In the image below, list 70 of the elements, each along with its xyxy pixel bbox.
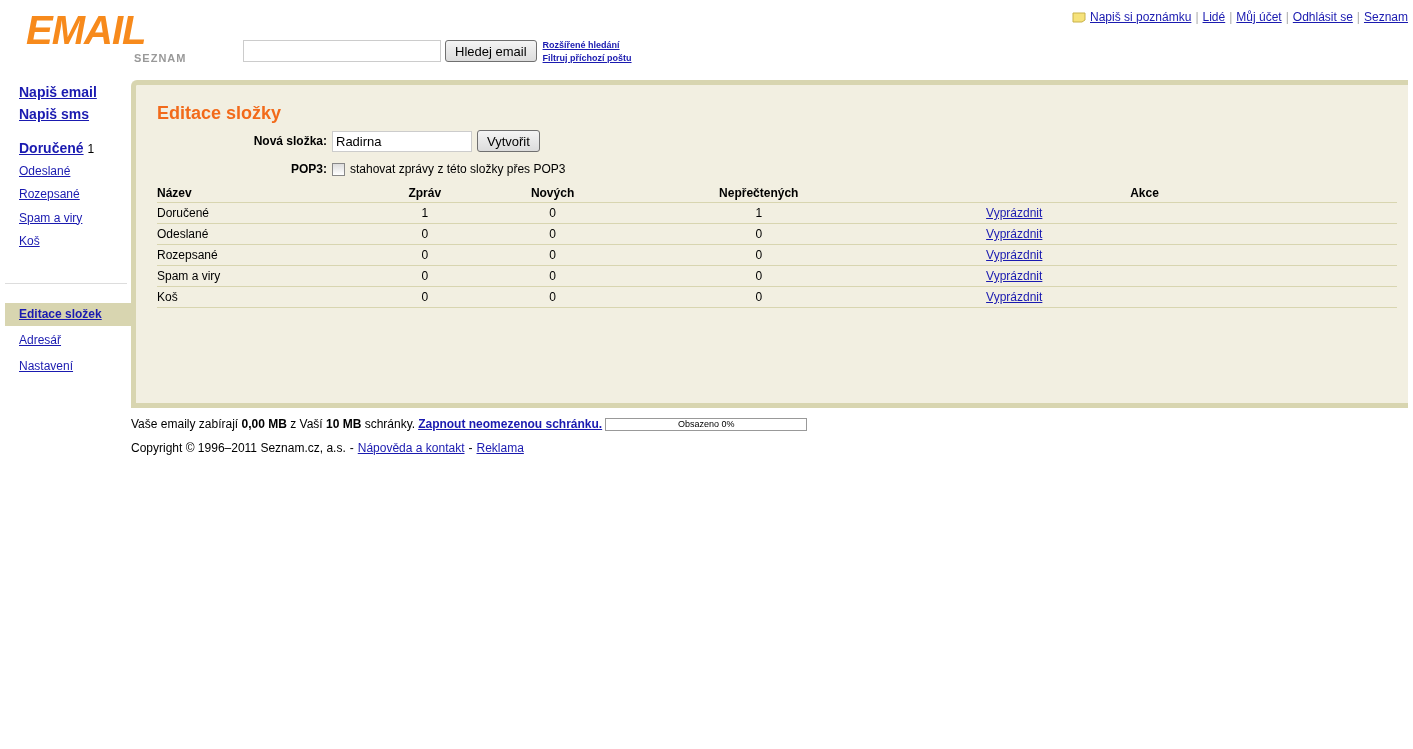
note-icon (1072, 11, 1086, 23)
footer-text: Copyright © 1996–2011 Seznam.cz, a.s. (131, 441, 346, 455)
sidebar-item[interactable]: Editace složek (5, 302, 131, 326)
top-link[interactable]: Napiš si poznámku (1090, 10, 1192, 24)
table-cell: 1 (625, 202, 893, 224)
table-cell: 1 (369, 202, 480, 224)
sidebar-item[interactable]: Adresář (5, 328, 131, 352)
table-cell: 0 (625, 244, 893, 266)
folder-name-field[interactable]: Radirna (332, 130, 472, 152)
table-cell: 0 (479, 202, 626, 224)
folder-link[interactable]: Spam a viry (19, 210, 83, 225)
storage-meter: Obsazeno 0% (605, 417, 808, 431)
column-header: Nepřečtených (625, 184, 893, 203)
table-cell: 0 (369, 286, 480, 308)
empty-folder-link[interactable]: Vyprázdnit (986, 290, 1043, 304)
pop3-checkbox[interactable] (332, 162, 345, 176)
table-cell: 0 (479, 265, 626, 287)
table-cell: Spam a viry (157, 265, 370, 287)
table-cell: 0 (369, 244, 480, 266)
table-cell: Koš (157, 286, 370, 308)
empty-folder-link[interactable]: Vyprázdnit (986, 269, 1043, 283)
separator: | (1356, 10, 1360, 24)
separator: | (1195, 10, 1199, 24)
folder-link[interactable]: Doručené (19, 140, 84, 156)
page-title: Editace složky (157, 103, 283, 124)
table-cell: 0 (479, 223, 626, 245)
checkbox-label: stahovat zprávy z této složky přes POP3 (350, 162, 566, 176)
unread-count: 1 (87, 142, 95, 156)
table-cell: Doručené (157, 202, 370, 224)
table-cell: 0 (369, 223, 480, 245)
upgrade-link[interactable]: Zapnout neomezenou schránku. (418, 417, 603, 431)
empty-folder-link[interactable]: Vyprázdnit (986, 206, 1043, 220)
folder-link[interactable]: Odeslané (19, 163, 71, 178)
search-link[interactable]: Filtruj příchozí poštu (542, 52, 632, 63)
top-link[interactable]: Odhlásit se (1292, 10, 1353, 24)
empty-folder-link[interactable]: Vyprázdnit (986, 248, 1043, 262)
compose-link[interactable]: Napiš sms (19, 106, 131, 122)
search-field[interactable] (243, 40, 441, 62)
footer-text: - (468, 441, 473, 455)
table-cell: 0 (369, 265, 480, 287)
footer-link[interactable]: Reklama (476, 441, 524, 455)
folder-link[interactable]: Koš (19, 234, 40, 248)
table-cell: Odeslané (157, 223, 370, 245)
column-header: Název (157, 184, 370, 203)
top-link[interactable]: Seznam (1363, 10, 1408, 24)
folder-link[interactable]: Rozepsané (19, 187, 80, 201)
create-button[interactable]: Vytvořit (477, 130, 540, 152)
top-link[interactable]: Lidé (1202, 10, 1226, 24)
field-label: POP3: (290, 162, 327, 176)
table-cell: 0 (625, 223, 893, 245)
column-header: Akce (892, 184, 1397, 203)
empty-folder-link[interactable]: Vyprázdnit (986, 227, 1043, 241)
table-cell: Rozepsané (157, 244, 370, 266)
search-button[interactable]: Hledej email (445, 40, 537, 62)
footer-link[interactable]: Nápověda a kontakt (357, 441, 465, 455)
separator: | (1285, 10, 1289, 24)
footer-text: - (349, 441, 354, 455)
table-cell: 0 (479, 244, 626, 266)
field-label: Nová složka: (252, 134, 327, 148)
search-link[interactable]: Rozšířené hledání (542, 39, 632, 50)
compose-link[interactable]: Napiš email (19, 84, 131, 100)
column-header: Zpráv (369, 184, 480, 203)
table-cell: 0 (625, 265, 893, 287)
separator: | (1229, 10, 1233, 24)
table-cell: 0 (625, 286, 893, 308)
sidebar-item[interactable]: Nastavení (5, 354, 131, 378)
top-link[interactable]: Můj účet (1236, 10, 1282, 24)
column-header: Nových (479, 184, 626, 203)
storage-usage-text: Vaše emaily zabírají 0,00 MB z Vaší 10 MB schránky. (131, 417, 416, 431)
table-cell: 0 (479, 286, 626, 308)
